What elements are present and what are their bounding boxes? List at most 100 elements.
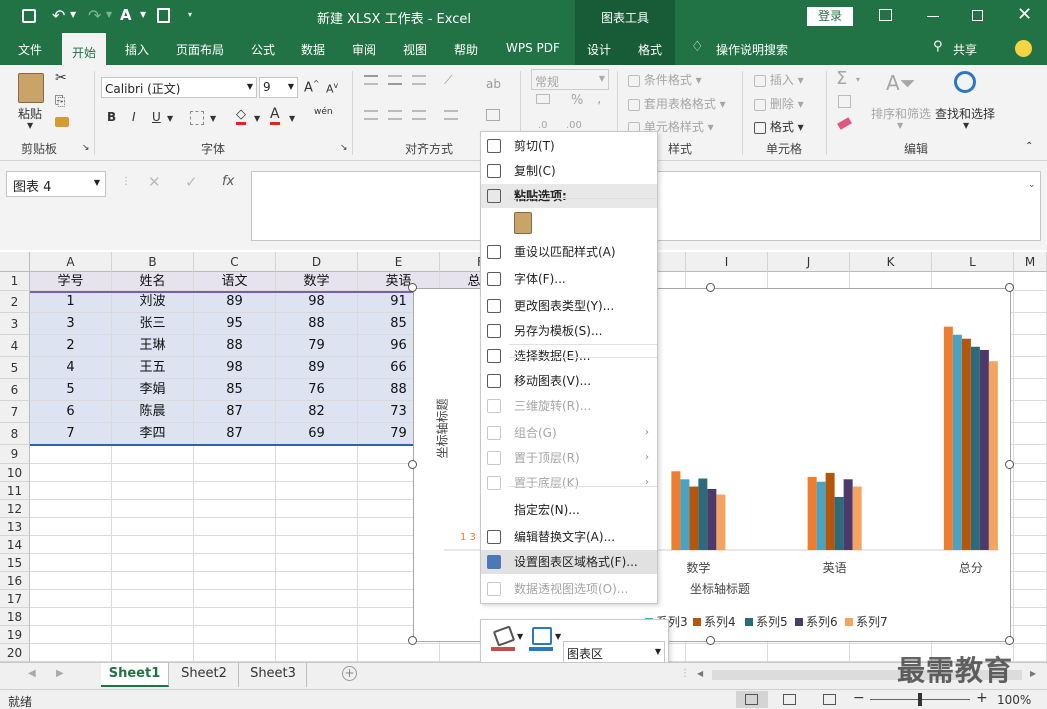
table-cell[interactable]: 3 — [30, 313, 112, 335]
menu-item[interactable]: 指定宏(N)... — [481, 498, 657, 522]
column-header[interactable]: A — [30, 252, 112, 272]
select-all-corner[interactable] — [0, 252, 30, 272]
login-button[interactable]: 登录 — [807, 7, 853, 26]
tab-page-layout[interactable]: 页面布局 — [176, 41, 224, 58]
collapse-ribbon-icon[interactable]: ⌃ — [1025, 141, 1033, 152]
cell[interactable] — [1014, 608, 1047, 626]
cell[interactable] — [112, 445, 194, 464]
table-cell[interactable]: 张三 — [112, 313, 194, 335]
cell[interactable] — [194, 608, 276, 626]
chart-xlabel[interactable]: 坐标轴标题 — [690, 580, 750, 597]
menu-item[interactable]: 重设以匹配样式(A) — [481, 240, 657, 264]
italic-button[interactable]: I — [132, 110, 136, 124]
cell[interactable] — [768, 644, 850, 662]
column-header[interactable]: E — [358, 252, 440, 272]
table-cell[interactable]: 89 — [276, 357, 358, 379]
table-cell[interactable]: 刘波 — [112, 291, 194, 313]
border-pen-icon[interactable] — [532, 627, 552, 645]
row-header[interactable]: 17 — [0, 590, 30, 608]
align-center-icon[interactable] — [388, 110, 402, 120]
cell[interactable] — [30, 644, 112, 662]
chart-bar[interactable] — [707, 488, 717, 550]
legend-item[interactable]: 系列4 — [693, 613, 736, 630]
column-header[interactable]: L — [932, 252, 1014, 272]
tab-help[interactable]: 帮助 — [454, 41, 478, 58]
print-preview-icon[interactable] — [157, 8, 170, 23]
row-header[interactable]: 16 — [0, 572, 30, 590]
cell[interactable] — [194, 536, 276, 554]
row-header[interactable]: 12 — [0, 500, 30, 518]
sheet-tab-1[interactable]: Sheet1 — [101, 663, 169, 687]
cut-icon[interactable]: ✂ — [55, 70, 67, 86]
minimize-icon[interactable] — [927, 16, 939, 17]
align-middle-icon[interactable] — [388, 75, 402, 85]
chart-bar[interactable] — [834, 496, 844, 550]
table-cell[interactable]: 98 — [276, 291, 358, 313]
cell[interactable] — [686, 644, 768, 662]
chart-element-select[interactable]: 图表区 ▼ — [563, 641, 665, 663]
cell[interactable] — [1014, 464, 1047, 482]
paste-button[interactable]: 粘贴 — [18, 105, 42, 122]
font-launcher-icon[interactable]: ↘ — [340, 143, 348, 153]
prev-sheet-icon[interactable]: ◀ — [28, 668, 36, 679]
row-header[interactable]: 2 — [0, 291, 30, 313]
row-header[interactable]: 20 — [0, 644, 30, 662]
resize-handle[interactable] — [408, 636, 417, 645]
table-cell[interactable]: 87 — [194, 423, 276, 445]
fill-dropdown-icon[interactable]: ▼ — [254, 114, 260, 123]
cell[interactable] — [276, 626, 358, 644]
cell[interactable] — [112, 626, 194, 644]
row-header[interactable]: 13 — [0, 518, 30, 536]
cell[interactable] — [1014, 335, 1047, 357]
cell[interactable] — [276, 590, 358, 608]
text-effect-icon[interactable]: A — [120, 6, 132, 24]
cell[interactable] — [194, 626, 276, 644]
align-right-icon[interactable] — [412, 110, 426, 120]
cell[interactable] — [30, 554, 112, 572]
chart-bar[interactable] — [943, 326, 953, 550]
clear-icon[interactable] — [837, 117, 852, 130]
tab-review[interactable]: 审阅 — [352, 41, 376, 58]
cell[interactable] — [1014, 379, 1047, 401]
tell-me-search[interactable]: 操作说明搜索 — [716, 41, 788, 58]
table-header-cell[interactable]: 语文 — [194, 272, 276, 291]
table-cell[interactable]: 87 — [194, 401, 276, 423]
cell[interactable] — [1014, 644, 1047, 662]
table-cell[interactable]: 李四 — [112, 423, 194, 445]
cell[interactable] — [1014, 500, 1047, 518]
table-cell[interactable]: 82 — [276, 401, 358, 423]
tab-view[interactable]: 视图 — [403, 41, 427, 58]
undo-icon[interactable]: ↶ — [52, 6, 65, 25]
indent-icon[interactable] — [444, 110, 458, 120]
tab-design[interactable]: 设计 — [587, 41, 611, 58]
phonetic-button[interactable]: wén — [314, 107, 333, 117]
find-select-button[interactable]: 查找和选择 — [935, 105, 995, 122]
font-color-button[interactable]: A — [270, 107, 280, 125]
table-cell[interactable]: 79 — [276, 335, 358, 357]
insert-function-icon[interactable]: fx — [222, 174, 234, 189]
chart-bar[interactable] — [698, 478, 708, 550]
cell[interactable] — [30, 464, 112, 482]
cell[interactable] — [1014, 445, 1047, 464]
zoom-out-icon[interactable]: − — [853, 690, 865, 706]
cell[interactable] — [112, 464, 194, 482]
undo-dropdown-icon[interactable]: ▼ — [70, 10, 76, 19]
clipboard-launcher-icon[interactable]: ↘ — [82, 143, 90, 153]
resize-handle[interactable] — [1005, 283, 1014, 292]
table-cell[interactable]: 98 — [194, 357, 276, 379]
tab-insert[interactable]: 插入 — [125, 41, 149, 58]
cell[interactable] — [1014, 272, 1047, 291]
cell[interactable] — [1014, 401, 1047, 423]
sheet-tab-2[interactable]: Sheet2 — [170, 663, 239, 687]
cell[interactable] — [194, 445, 276, 464]
cell[interactable] — [194, 590, 276, 608]
table-cell[interactable]: 2 — [30, 335, 112, 357]
column-header[interactable]: I — [686, 252, 768, 272]
table-cell[interactable]: 1 — [30, 291, 112, 313]
row-header[interactable]: 14 — [0, 536, 30, 554]
tab-file[interactable]: 文件 — [18, 41, 42, 58]
cell[interactable] — [112, 554, 194, 572]
row-header[interactable]: 7 — [0, 401, 30, 423]
table-cell[interactable]: 7 — [30, 423, 112, 445]
table-header-cell[interactable]: 学号 — [30, 272, 112, 291]
